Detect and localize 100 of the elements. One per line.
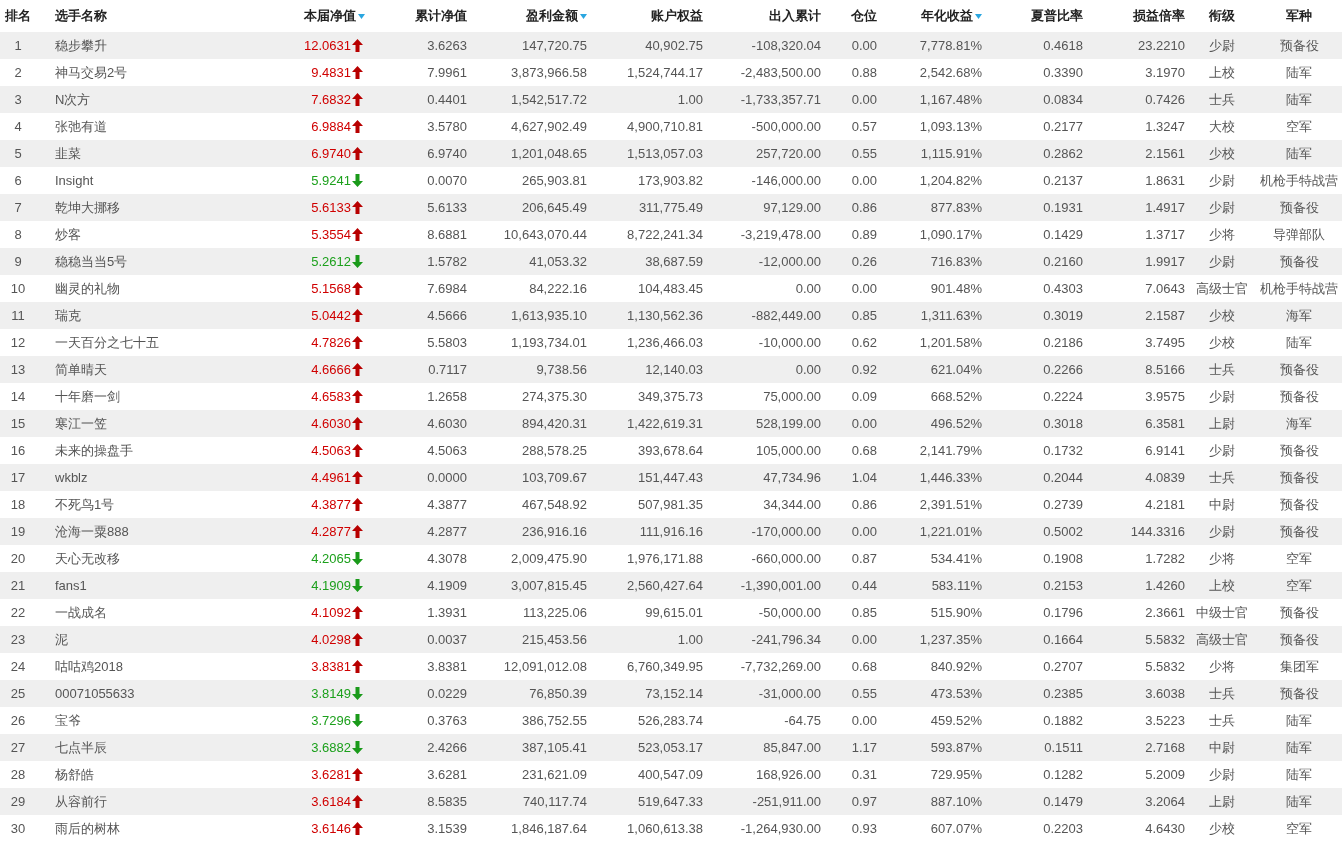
branch-cell: 预备役 — [1279, 523, 1319, 539]
sort-down-icon[interactable] — [975, 13, 982, 19]
column-header: 累计净值 — [415, 7, 467, 25]
rank-cell: 6 — [14, 173, 22, 188]
position-cell: 0.00 — [851, 38, 877, 53]
equity-cell: 1,976,171.88 — [627, 551, 703, 566]
flow-cell: -251,911.00 — [752, 794, 821, 809]
rank-title-cell: 士兵 — [1209, 361, 1235, 377]
rank-title-cell: 少校 — [1209, 820, 1235, 836]
position-cell: 0.68 — [851, 659, 877, 674]
cumulative-net-value-cell: 0.3763 — [427, 713, 467, 728]
annual-return-cell: 473.53% — [930, 686, 982, 701]
profit-loss-ratio-cell: 1.3247 — [1145, 119, 1185, 134]
rank-cell: 25 — [10, 686, 26, 701]
profit-cell: 206,645.49 — [521, 200, 587, 215]
profit-cell: 1,613,935.10 — [511, 308, 587, 323]
profit-cell: 467,548.92 — [521, 497, 587, 512]
player-name-cell: 稳稳当当5号 — [55, 253, 128, 269]
player-name-cell: 十年磨一剑 — [55, 388, 120, 404]
sharpe-ratio-cell: 0.1732 — [1043, 443, 1083, 458]
profit-cell: 386,752.55 — [521, 713, 587, 728]
profit-loss-ratio-cell: 3.2064 — [1145, 794, 1185, 809]
flow-cell: 85,847.00 — [763, 740, 821, 755]
profit-cell: 84,222.16 — [529, 281, 587, 296]
equity-cell: 4,900,710.81 — [627, 119, 703, 134]
net-value-cell: 4.2877 — [311, 524, 351, 539]
player-name-cell: 咕咕鸡2018 — [55, 658, 123, 674]
position-cell: 0.89 — [851, 227, 877, 242]
equity-cell: 73,152.14 — [645, 686, 703, 701]
net-value-cell: 4.1909 — [311, 578, 351, 593]
sharpe-ratio-cell: 0.3019 — [1043, 308, 1083, 323]
flow-cell: 105,000.00 — [755, 443, 821, 458]
rank-cell: 26 — [10, 713, 26, 728]
position-cell: 0.55 — [851, 146, 877, 161]
profit-cell: 288,578.25 — [521, 443, 587, 458]
player-name-cell: fans1 — [55, 578, 87, 593]
sharpe-ratio-cell: 0.5002 — [1043, 524, 1083, 539]
player-name-cell: 沧海一粟888 — [55, 523, 129, 539]
annual-return-cell: 1,201.58% — [919, 335, 982, 350]
sharpe-ratio-cell: 0.2385 — [1043, 686, 1083, 701]
equity-cell: 8,722,241.34 — [627, 227, 703, 242]
annual-return-cell: 1,115.91% — [920, 146, 982, 161]
rank-cell: 2 — [14, 65, 22, 80]
cumulative-net-value-cell: 3.8381 — [427, 659, 467, 674]
equity-cell: 349,375.73 — [637, 389, 703, 404]
profit-loss-ratio-cell: 1.7282 — [1145, 551, 1185, 566]
flow-cell: -108,320.04 — [751, 38, 821, 53]
flow-cell: 47,734.96 — [763, 470, 821, 485]
branch-cell: 预备役 — [1279, 388, 1319, 404]
rank-title-cell: 士兵 — [1209, 469, 1235, 485]
branch-cell: 集团军 — [1279, 658, 1319, 674]
sharpe-ratio-cell: 0.1429 — [1043, 227, 1083, 242]
position-cell: 0.87 — [851, 551, 877, 566]
rank-cell: 5 — [14, 146, 22, 161]
profit-cell: 265,903.81 — [521, 173, 587, 188]
rank-title-cell: 少校 — [1209, 307, 1235, 323]
column-header[interactable]: 年化收益 — [921, 7, 973, 25]
net-value-cell: 5.3554 — [311, 227, 351, 242]
sort-down-icon[interactable] — [358, 13, 365, 19]
rank-title-cell: 少将 — [1209, 550, 1235, 566]
player-name-cell: 雨后的树林 — [55, 820, 120, 836]
rank-title-cell: 中级士官 — [1196, 604, 1248, 620]
sharpe-ratio-cell: 0.1511 — [1044, 740, 1083, 755]
sharpe-ratio-cell: 0.2160 — [1043, 254, 1083, 269]
profit-loss-ratio-cell: 0.7426 — [1145, 92, 1185, 107]
profit-cell: 4,627,902.49 — [511, 119, 587, 134]
net-value-cell: 4.3877 — [311, 497, 351, 512]
branch-cell: 机枪手特战营 — [1260, 280, 1338, 296]
cumulative-net-value-cell: 4.6030 — [427, 416, 467, 431]
cumulative-net-value-cell: 3.1539 — [427, 821, 467, 836]
column-header[interactable]: 本届净值 — [304, 7, 356, 25]
sharpe-ratio-cell: 0.3390 — [1043, 65, 1083, 80]
rank-cell: 8 — [14, 227, 22, 242]
cumulative-net-value-cell: 4.2877 — [427, 524, 467, 539]
branch-cell: 陆军 — [1286, 766, 1312, 782]
profit-loss-ratio-cell: 2.7168 — [1145, 740, 1185, 755]
annual-return-cell: 887.10% — [930, 794, 982, 809]
flow-cell: -50,000.00 — [758, 605, 821, 620]
net-value-cell: 3.8149 — [311, 686, 351, 701]
sort-down-icon[interactable] — [580, 13, 587, 19]
equity-cell: 311,775.49 — [638, 200, 703, 215]
profit-loss-ratio-cell: 4.2181 — [1145, 497, 1185, 512]
sharpe-ratio-cell: 0.2186 — [1043, 335, 1083, 350]
equity-cell: 2,560,427.64 — [627, 578, 703, 593]
annual-return-cell: 1,311.63% — [920, 308, 982, 323]
equity-cell: 104,483.45 — [637, 281, 703, 296]
position-cell: 0.44 — [851, 578, 877, 593]
flow-cell: -500,000.00 — [751, 119, 821, 134]
equity-cell: 1,524,744.17 — [627, 65, 703, 80]
column-header[interactable]: 盈利金额 — [526, 7, 578, 25]
equity-cell: 38,687.59 — [645, 254, 703, 269]
player-name-cell: N次方 — [55, 91, 91, 107]
annual-return-cell: 607.07% — [930, 821, 982, 836]
net-value-cell: 4.1092 — [311, 605, 351, 620]
player-name-cell: 神马交易2号 — [55, 64, 128, 80]
equity-cell: 526,283.74 — [637, 713, 703, 728]
annual-return-cell: 1,237.35% — [919, 632, 982, 647]
branch-cell: 机枪手特战营 — [1260, 172, 1338, 188]
branch-cell: 空军 — [1286, 577, 1312, 593]
cumulative-net-value-cell: 4.3078 — [427, 551, 467, 566]
